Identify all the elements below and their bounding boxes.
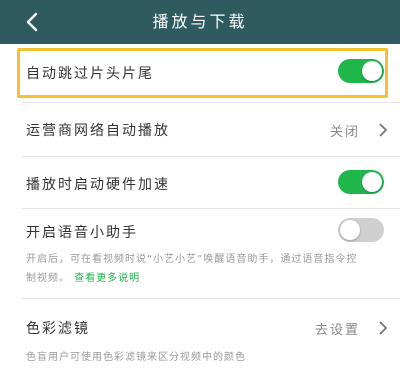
voice-assistant-toggle[interactable] bbox=[338, 218, 384, 242]
top-bar: 播放与下载 bbox=[0, 0, 400, 44]
setting-row-color-filter[interactable]: 色彩滤镜 去设置 色盲用户可使用色彩滤镜来区分视频中的颜色 bbox=[0, 298, 400, 378]
setting-label-skip-intro: 自动跳过片头片尾 bbox=[26, 66, 154, 82]
setting-row-carrier-autoplay[interactable]: 运营商网络自动播放 关闭 bbox=[0, 102, 400, 156]
setting-label-color-filter: 色彩滤镜 bbox=[26, 321, 90, 337]
toggle-knob bbox=[362, 172, 382, 192]
toggle-knob bbox=[362, 61, 382, 81]
page-title: 播放与下载 bbox=[152, 12, 248, 31]
hw-accel-toggle[interactable] bbox=[338, 170, 384, 194]
setting-row-hw-accel: 播放时启动硬件加速 bbox=[0, 156, 400, 208]
chevron-right-icon bbox=[379, 321, 388, 335]
color-filter-value: 去设置 bbox=[314, 323, 360, 338]
carrier-autoplay-value: 关闭 bbox=[329, 125, 360, 140]
more-info-link[interactable]: 查看更多说明 bbox=[74, 273, 140, 284]
setting-row-skip-intro: 自动跳过片头片尾 bbox=[0, 44, 400, 102]
setting-label-hw-accel: 播放时启动硬件加速 bbox=[26, 177, 170, 193]
toggle-knob bbox=[340, 220, 360, 240]
setting-label-carrier-autoplay: 运营商网络自动播放 bbox=[26, 123, 170, 139]
setting-label-voice-assistant: 开启语音小助手 bbox=[26, 225, 138, 241]
color-filter-description: 色盲用户可使用色彩滤镜来区分视频中的颜色 bbox=[26, 352, 246, 363]
voice-assistant-description: 开启后，可在看视频时说“小艺小艺”唤醒语音助手，通过语音指令控制视频。 查看更多… bbox=[26, 250, 366, 288]
settings-list: 自动跳过片头片尾 运营商网络自动播放 关闭 播放时启动硬件加速 开启语音小助手 bbox=[0, 44, 400, 378]
app-screen: 播放与下载 自动跳过片头片尾 运营商网络自动播放 关闭 播放时启动硬件加速 开启… bbox=[0, 0, 400, 378]
chevron-right-icon bbox=[379, 123, 388, 137]
setting-row-voice-assistant: 开启语音小助手 开启后，可在看视频时说“小艺小艺”唤醒语音助手，通过语音指令控制… bbox=[0, 208, 400, 298]
skip-intro-toggle[interactable] bbox=[338, 59, 384, 83]
